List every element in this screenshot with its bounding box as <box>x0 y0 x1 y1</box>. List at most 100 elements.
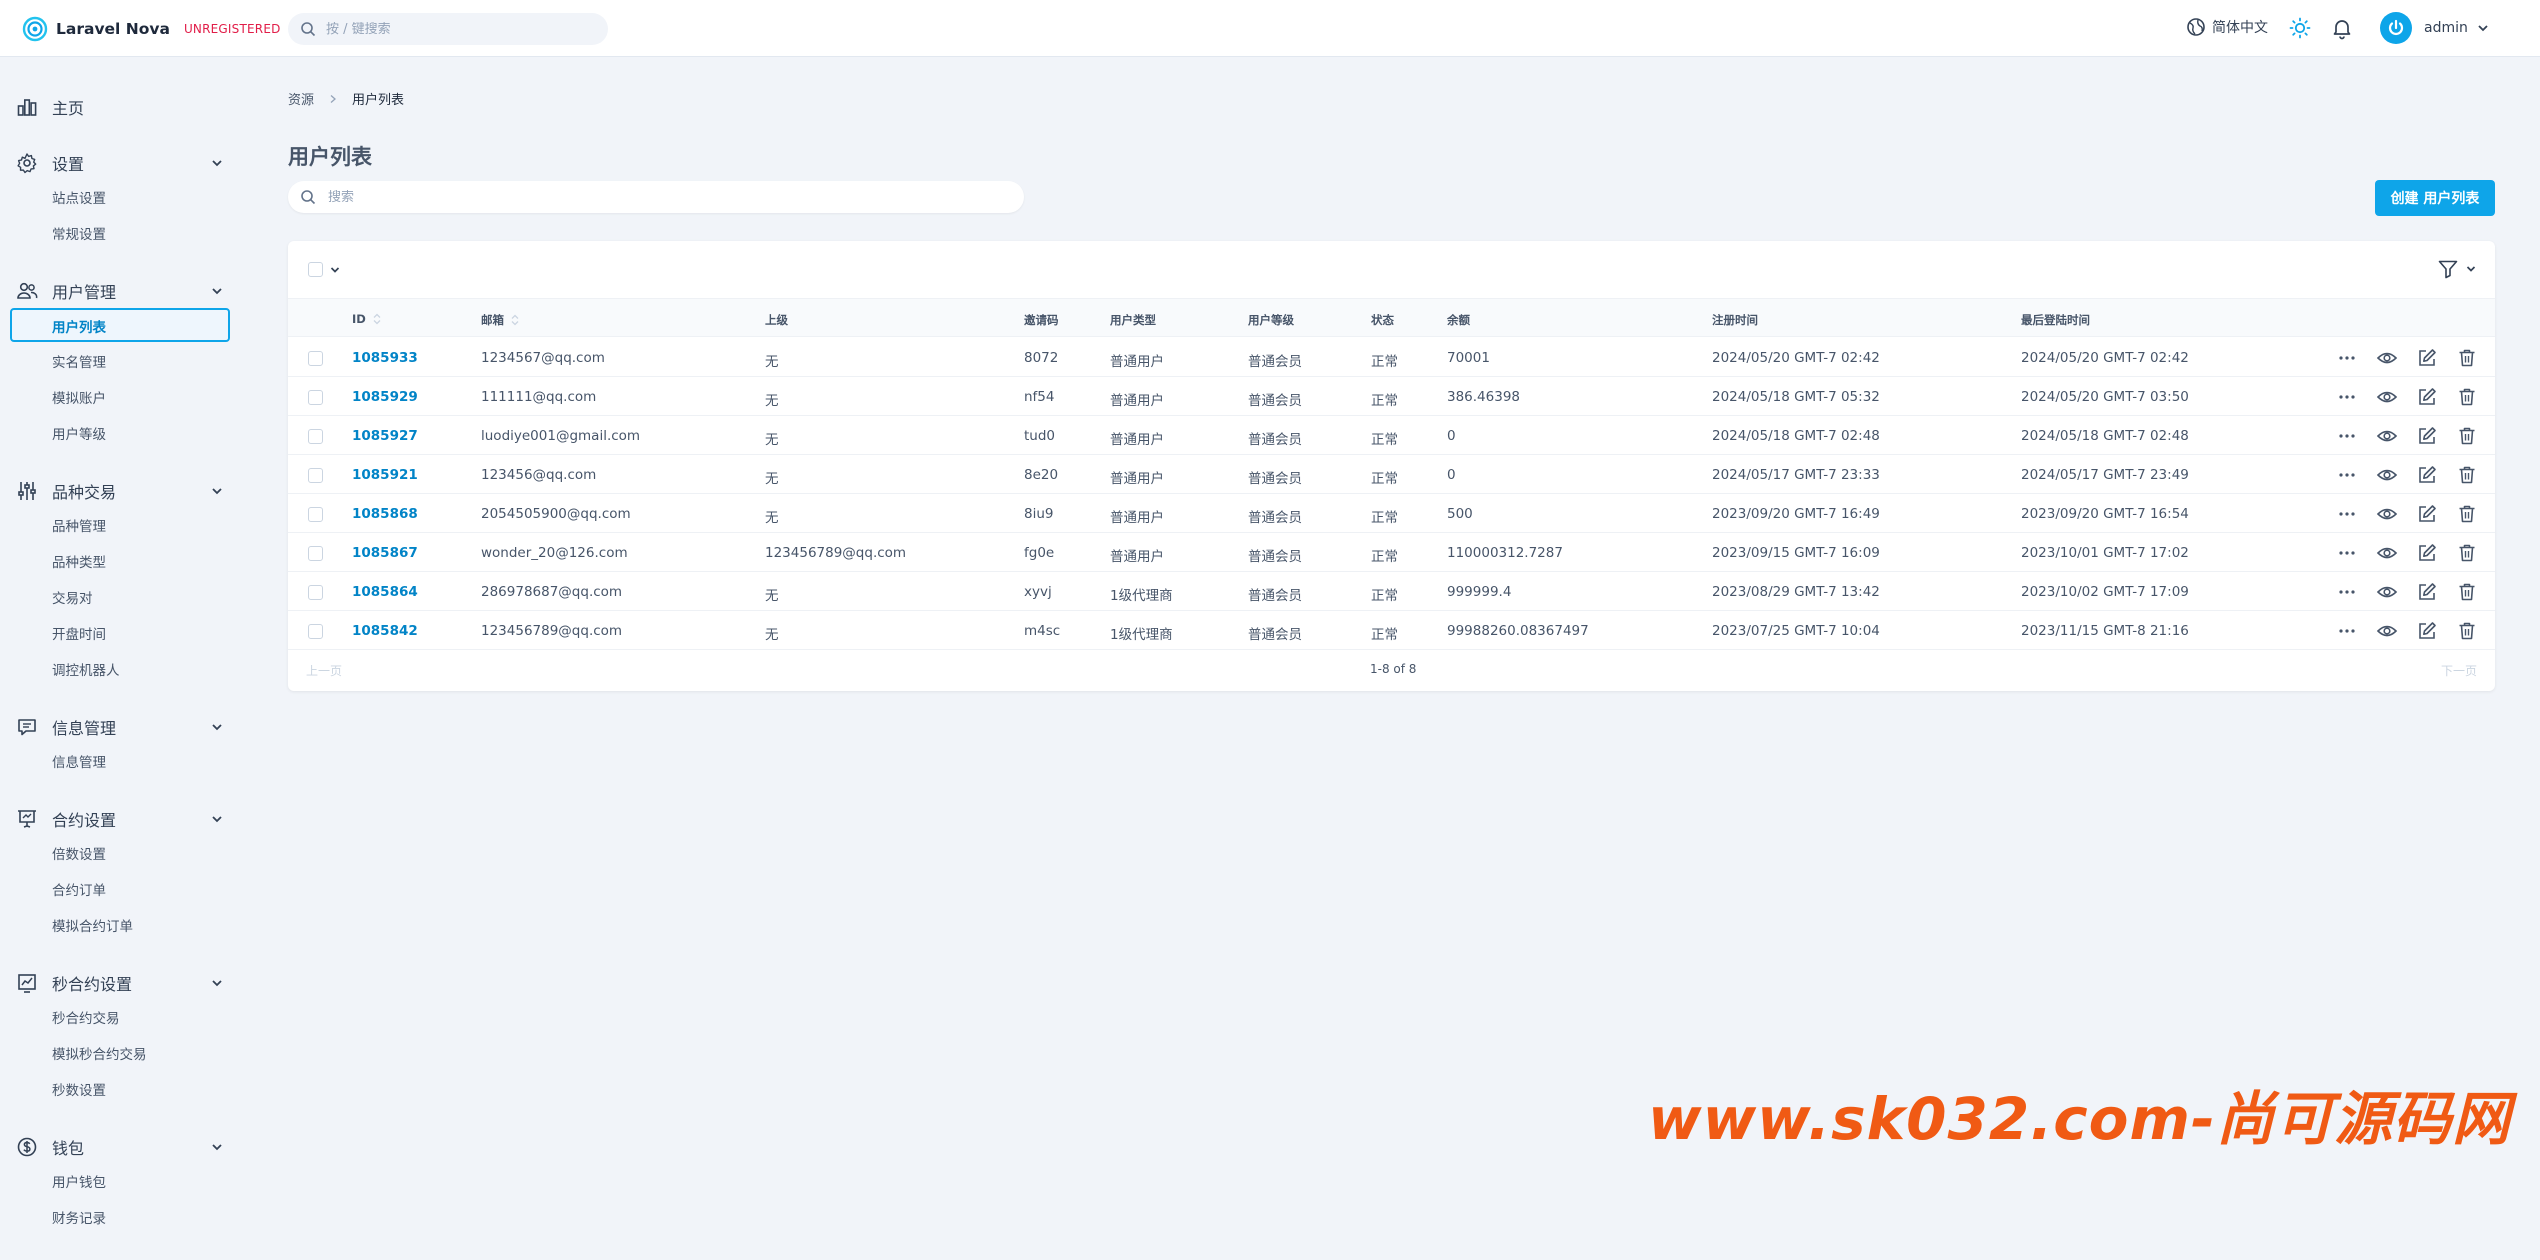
row-checkbox[interactable] <box>308 468 323 483</box>
table-row[interactable]: 1085864 286978687@qq.com 无 xyvj 1级代理商 普通会员 正常 9… <box>288 572 2495 611</box>
cell-id[interactable]: 1085868 <box>352 506 418 522</box>
cell-id[interactable]: 1085867 <box>352 545 418 561</box>
sidebar-item-user-wallets[interactable]: 用户钱包 <box>52 1171 106 1191</box>
select-all-dropdown[interactable] <box>308 262 341 277</box>
more-horizontal-icon[interactable] <box>2336 542 2358 564</box>
next-page-button[interactable]: 下一页 <box>2441 662 2477 679</box>
table-row[interactable]: 1085933 1234567@qq.com 无 8072 普通用户 普通会员 正常 7000… <box>288 338 2495 377</box>
resource-search[interactable] <box>288 181 1024 213</box>
edit-icon[interactable] <box>2416 581 2438 603</box>
sidebar-item-demo-contract-orders[interactable]: 模拟合约订单 <box>52 915 133 935</box>
cell-id[interactable]: 1085864 <box>352 584 418 600</box>
cell-id[interactable]: 1085842 <box>352 623 418 639</box>
global-search[interactable] <box>288 13 608 45</box>
sidebar-item-home[interactable]: 主页 <box>16 93 226 121</box>
row-checkbox[interactable] <box>308 390 323 405</box>
sidebar-item-symbol-types[interactable]: 品种类型 <box>52 551 106 571</box>
row-checkbox[interactable] <box>308 351 323 366</box>
resource-search-input[interactable] <box>328 189 1008 205</box>
sidebar-item-opening-hours[interactable]: 开盘时间 <box>52 623 106 643</box>
trash-icon[interactable] <box>2456 620 2478 642</box>
sidebar-group-second-contracts[interactable]: 秒合约设置 <box>16 969 226 997</box>
select-all-checkbox[interactable] <box>308 262 323 277</box>
edit-icon[interactable] <box>2416 425 2438 447</box>
row-checkbox[interactable] <box>308 585 323 600</box>
cell-id[interactable]: 1085929 <box>352 389 418 405</box>
more-horizontal-icon[interactable] <box>2336 347 2358 369</box>
sidebar-item-general-settings[interactable]: 常规设置 <box>52 223 106 243</box>
row-checkbox[interactable] <box>308 624 323 639</box>
table-row[interactable]: 1085921 123456@qq.com 无 8e20 普通用户 普通会员 正常 0 2024… <box>288 455 2495 494</box>
create-user-button[interactable]: 创建 用户列表 <box>2375 180 2495 216</box>
user-menu[interactable]: admin <box>2380 12 2490 44</box>
sidebar-group-contracts[interactable]: 合约设置 <box>16 805 226 833</box>
sidebar-group-settings[interactable]: 设置 <box>16 149 226 177</box>
sidebar-item-multiplier-settings[interactable]: 倍数设置 <box>52 843 106 863</box>
sidebar-group-users[interactable]: 用户管理 <box>16 277 226 305</box>
cell-id[interactable]: 1085921 <box>352 467 418 483</box>
table-row[interactable]: 1085867 wonder_20@126.com 123456789@qq.com… <box>288 533 2495 572</box>
sidebar-item-control-bot[interactable]: 调控机器人 <box>52 659 120 679</box>
trash-icon[interactable] <box>2456 386 2478 408</box>
eye-icon[interactable] <box>2376 386 2398 408</box>
bell-icon[interactable] <box>2330 16 2354 40</box>
eye-icon[interactable] <box>2376 620 2398 642</box>
eye-icon[interactable] <box>2376 425 2398 447</box>
sidebar-item-site-settings[interactable]: 站点设置 <box>52 187 106 207</box>
trash-icon[interactable] <box>2456 425 2478 447</box>
edit-icon[interactable] <box>2416 620 2438 642</box>
sidebar-item-seconds-settings[interactable]: 秒数设置 <box>52 1079 106 1099</box>
eye-icon[interactable] <box>2376 464 2398 486</box>
edit-icon[interactable] <box>2416 386 2438 408</box>
sidebar-item-verification[interactable]: 实名管理 <box>52 351 106 371</box>
previous-page-button[interactable]: 上一页 <box>306 662 342 679</box>
sidebar-group-messages[interactable]: 信息管理 <box>16 713 226 741</box>
column-header-id[interactable]: ID <box>352 312 382 326</box>
sidebar-item-user-list[interactable]: 用户列表 <box>52 316 106 336</box>
eye-icon[interactable] <box>2376 542 2398 564</box>
row-checkbox[interactable] <box>308 429 323 444</box>
trash-icon[interactable] <box>2456 581 2478 603</box>
sidebar-item-contract-orders[interactable]: 合约订单 <box>52 879 106 899</box>
edit-icon[interactable] <box>2416 503 2438 525</box>
sidebar-item-user-levels[interactable]: 用户等级 <box>52 423 106 443</box>
eye-icon[interactable] <box>2376 347 2398 369</box>
cell-id[interactable]: 1085933 <box>352 350 418 366</box>
sidebar-item-trading-pairs[interactable]: 交易对 <box>52 587 93 607</box>
sidebar-item-symbol-management[interactable]: 品种管理 <box>52 515 106 535</box>
more-horizontal-icon[interactable] <box>2336 581 2358 603</box>
sidebar-group-wallet[interactable]: 钱包 <box>16 1133 226 1161</box>
more-horizontal-icon[interactable] <box>2336 386 2358 408</box>
sidebar-item-demo-accounts[interactable]: 模拟账户 <box>52 387 106 407</box>
row-checkbox[interactable] <box>308 507 323 522</box>
edit-icon[interactable] <box>2416 542 2438 564</box>
sidebar-item-financial-records[interactable]: 财务记录 <box>52 1207 106 1227</box>
table-row[interactable]: 1085929 111111@qq.com 无 nf54 普通用户 普通会员 正常 386.4… <box>288 377 2495 416</box>
table-row[interactable]: 1085842 123456789@qq.com 无 m4sc 1级代理商 普通会员 正常 9… <box>288 611 2495 650</box>
table-row[interactable]: 1085927 luodiye001@gmail.com 无 tud0 普通用户 普通会员… <box>288 416 2495 455</box>
brand[interactable]: Laravel Nova UNREGISTERED <box>22 16 281 42</box>
column-header-email[interactable]: 邮箱 <box>481 312 520 328</box>
eye-icon[interactable] <box>2376 503 2398 525</box>
filter-button[interactable] <box>2437 258 2477 280</box>
sidebar-item-second-contract-trading[interactable]: 秒合约交易 <box>52 1007 120 1027</box>
more-horizontal-icon[interactable] <box>2336 620 2358 642</box>
row-checkbox[interactable] <box>308 546 323 561</box>
global-search-input[interactable] <box>326 21 586 37</box>
cell-id[interactable]: 1085927 <box>352 428 418 444</box>
language-switcher[interactable]: 简体中文 <box>2186 17 2268 37</box>
trash-icon[interactable] <box>2456 464 2478 486</box>
eye-icon[interactable] <box>2376 581 2398 603</box>
table-row[interactable]: 1085868 2054505900@qq.com 无 8iu9 普通用户 普通会员 正常 5… <box>288 494 2495 533</box>
more-horizontal-icon[interactable] <box>2336 425 2358 447</box>
edit-icon[interactable] <box>2416 347 2438 369</box>
more-horizontal-icon[interactable] <box>2336 503 2358 525</box>
sun-icon[interactable] <box>2288 16 2312 40</box>
sidebar-group-trading[interactable]: 品种交易 <box>16 477 226 505</box>
breadcrumb-resources[interactable]: 资源 <box>288 89 314 108</box>
sidebar-item-demo-second-contract[interactable]: 模拟秒合约交易 <box>52 1043 147 1063</box>
trash-icon[interactable] <box>2456 503 2478 525</box>
more-horizontal-icon[interactable] <box>2336 464 2358 486</box>
sidebar-item-message-management[interactable]: 信息管理 <box>52 751 106 771</box>
trash-icon[interactable] <box>2456 347 2478 369</box>
